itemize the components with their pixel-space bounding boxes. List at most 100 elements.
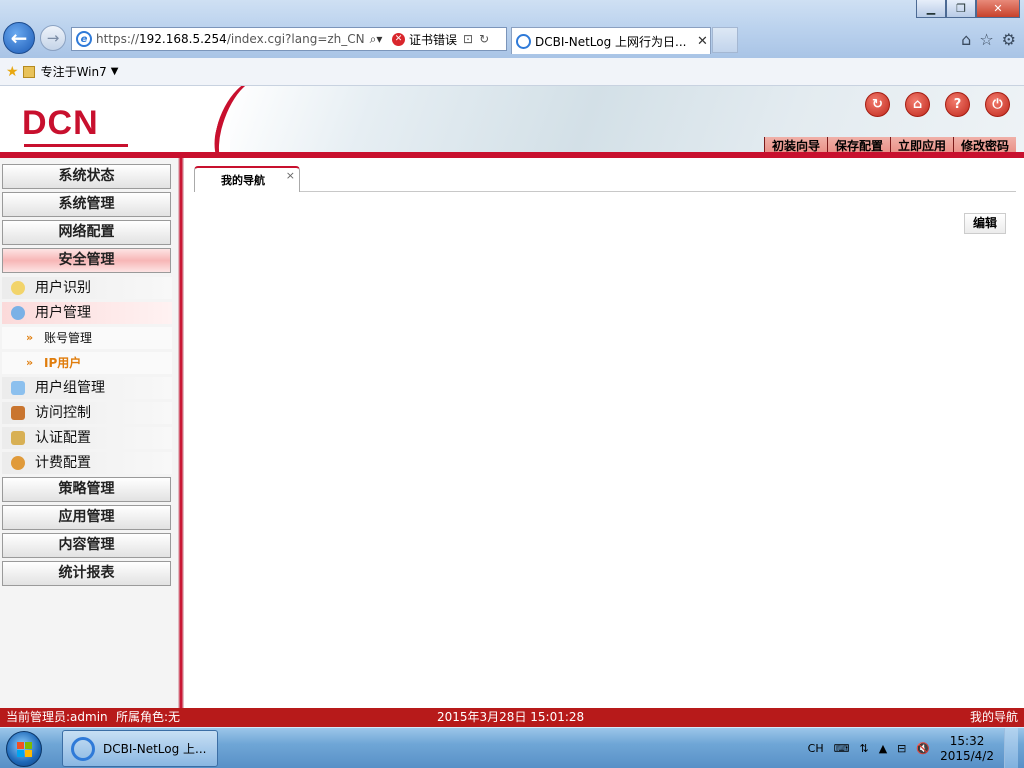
sidebar-category-network-config[interactable]: 网络配置: [2, 220, 171, 245]
taskbar-ie-label: DCBI-NetLog 上...: [103, 742, 207, 756]
window-controls: ▁ ❐ ✕: [916, 0, 1020, 18]
help-icon[interactable]: ?: [945, 92, 970, 117]
back-button[interactable]: ←: [3, 22, 35, 54]
sidebar-category-system-manage[interactable]: 系统管理: [2, 192, 171, 217]
favorites-star-icon[interactable]: ☆: [979, 30, 993, 49]
taskbar-ie-button[interactable]: DCBI-NetLog 上...: [62, 730, 218, 767]
browser-toolbar-icons: ⌂ ☆ ⚙: [961, 30, 1016, 49]
leaf-label: IP用户: [44, 356, 82, 370]
clock-date: 2015/4/2: [940, 748, 994, 763]
sidebar-item-label: 用户管理: [35, 305, 91, 321]
leaf-label: 账号管理: [44, 331, 93, 345]
maximize-button[interactable]: ❐: [946, 0, 976, 18]
sidebar-category-app-manage[interactable]: 应用管理: [2, 505, 171, 530]
sidebar-item-label: 访问控制: [35, 405, 91, 421]
content-tab-strip: 我的导航 ×: [194, 166, 1016, 192]
edit-button[interactable]: 编辑: [964, 213, 1006, 234]
new-tab-button[interactable]: [712, 27, 738, 53]
sidebar-item-label: 用户识别: [35, 280, 91, 296]
windows-taskbar: DCBI-NetLog 上... CH ⌨ ⇅ ▲ ⊟ 🔇 15:32 2015…: [0, 727, 1024, 768]
sidebar-leaf-ip-user[interactable]: » IP用户: [2, 352, 172, 374]
search-dropdown-icon[interactable]: ⌕▾: [364, 32, 388, 47]
tray-clock[interactable]: 15:32 2015/4/2: [940, 734, 994, 764]
tray-arrows-icon[interactable]: ⇅: [859, 742, 868, 755]
sidebar-item-auth-config[interactable]: 认证配置: [2, 427, 172, 449]
status-bar: 当前管理员:admin 所属角色:无 2015年3月28日 15:01:28 我…: [0, 708, 1024, 727]
status-role: 所属角色:无: [116, 710, 181, 724]
forward-button[interactable]: →: [40, 25, 66, 51]
show-hidden-icons-icon[interactable]: ▲: [879, 742, 887, 755]
sidebar-item-label: 认证配置: [35, 430, 91, 446]
sidebar-item-label: 计费配置: [35, 455, 91, 471]
forward-arrow-icon: →: [46, 29, 60, 47]
logo-underline: [24, 144, 128, 147]
windows-logo-icon: [25, 750, 32, 757]
tab-close-icon[interactable]: ×: [286, 169, 295, 182]
sidebar-category-policy-manage[interactable]: 策略管理: [2, 477, 171, 502]
dcn-logo: DCN: [22, 104, 99, 142]
windows-logo-icon: [17, 742, 24, 749]
sidebar-item-user-manage[interactable]: 用户管理: [2, 302, 172, 324]
favorites-item[interactable]: 专注于Win7: [41, 63, 107, 80]
add-favorites-icon[interactable]: ★: [6, 64, 19, 80]
header-icon-group: ↻ ⌂ ? ⏻: [865, 92, 1010, 117]
refresh-page-icon[interactable]: ↻: [479, 32, 489, 46]
network-icon[interactable]: ⊟: [897, 742, 906, 755]
show-desktop-button[interactable]: [1004, 728, 1018, 768]
logout-icon[interactable]: ⏻: [985, 92, 1010, 117]
certificate-error[interactable]: ✕ 证书错误: [392, 31, 457, 48]
arrow-right-icon: »: [26, 331, 34, 344]
compat-view-icon[interactable]: ⊡: [463, 32, 473, 46]
start-button[interactable]: [6, 731, 42, 767]
home-icon[interactable]: ⌂: [961, 30, 971, 49]
status-current-page: 我的导航: [969, 710, 1018, 724]
folder-icon: [22, 65, 35, 78]
address-bar[interactable]: e https://192.168.5.254/index.cgi?lang=z…: [71, 27, 507, 51]
sidebar-category-content-manage[interactable]: 内容管理: [2, 533, 171, 558]
user-manage-icon: [11, 306, 25, 320]
cert-error-label: 证书错误: [409, 32, 458, 47]
main-content: 我的导航 × 编辑: [184, 158, 1024, 708]
status-admin: 当前管理员:admin: [6, 710, 108, 724]
billing-config-icon: [11, 456, 25, 470]
app-header: DCN ↻ ⌂ ? ⏻ 初装向导 保存配置 立即应用 修改密码: [0, 86, 1024, 158]
favorites-bar: ★ 专注于Win7 ▼: [0, 58, 1024, 86]
windows-logo-icon: [25, 742, 32, 749]
tab-my-navigation[interactable]: 我的导航 ×: [194, 166, 300, 192]
back-arrow-icon: ←: [10, 26, 28, 50]
ie-icon: [71, 736, 95, 761]
home-icon[interactable]: ⌂: [905, 92, 930, 117]
tab-label: 我的导航: [221, 174, 265, 187]
browser-titlebar: ▁ ❐ ✕ ← → e https://192.168.5.254/index.…: [0, 0, 1024, 58]
status-datetime: 2015年3月28日 15:01:28: [437, 710, 585, 724]
close-window-button[interactable]: ✕: [976, 0, 1020, 18]
sidebar-item-user-identify[interactable]: 用户识别: [2, 277, 172, 299]
sidebar-item-label: 用户组管理: [35, 380, 105, 396]
system-tray: CH ⌨ ⇅ ▲ ⊟ 🔇 15:32 2015/4/2: [808, 728, 1018, 768]
sidebar: 系统状态 系统管理 网络配置 安全管理 用户识别 用户管理 » 账号管理 » I…: [0, 158, 178, 708]
sidebar-item-user-group[interactable]: 用户组管理: [2, 377, 172, 399]
language-indicator[interactable]: CH: [808, 742, 824, 755]
browser-tab-active[interactable]: DCBI-NetLog 上网行为日... ✕: [511, 27, 711, 54]
sidebar-item-billing-config[interactable]: 计费配置: [2, 452, 172, 474]
tools-gear-icon[interactable]: ⚙: [1002, 30, 1016, 49]
sidebar-category-stat-report[interactable]: 统计报表: [2, 561, 171, 586]
refresh-icon[interactable]: ↻: [865, 92, 890, 117]
tab-close-icon[interactable]: ✕: [697, 34, 708, 49]
address-url[interactable]: https://192.168.5.254/index.cgi?lang=zh_…: [96, 32, 364, 46]
browser-tab-title: DCBI-NetLog 上网行为日...: [535, 34, 687, 49]
sidebar-category-system-status[interactable]: 系统状态: [2, 164, 171, 189]
volume-muted-icon[interactable]: 🔇: [916, 742, 930, 755]
arrow-right-icon: »: [26, 356, 34, 369]
sidebar-category-security-manage[interactable]: 安全管理: [2, 248, 171, 273]
ie-page-icon: e: [76, 31, 92, 47]
windows-logo-icon: [17, 750, 24, 757]
chevron-down-icon[interactable]: ▼: [111, 66, 119, 77]
clock-time: 15:32: [949, 733, 985, 748]
user-group-icon: [11, 381, 25, 395]
keyboard-icon[interactable]: ⌨: [834, 742, 850, 755]
sidebar-leaf-account-manage[interactable]: » 账号管理: [2, 327, 172, 349]
minimize-button[interactable]: ▁: [916, 0, 946, 18]
sidebar-item-access-control[interactable]: 访问控制: [2, 402, 172, 424]
access-control-icon: [11, 406, 25, 420]
